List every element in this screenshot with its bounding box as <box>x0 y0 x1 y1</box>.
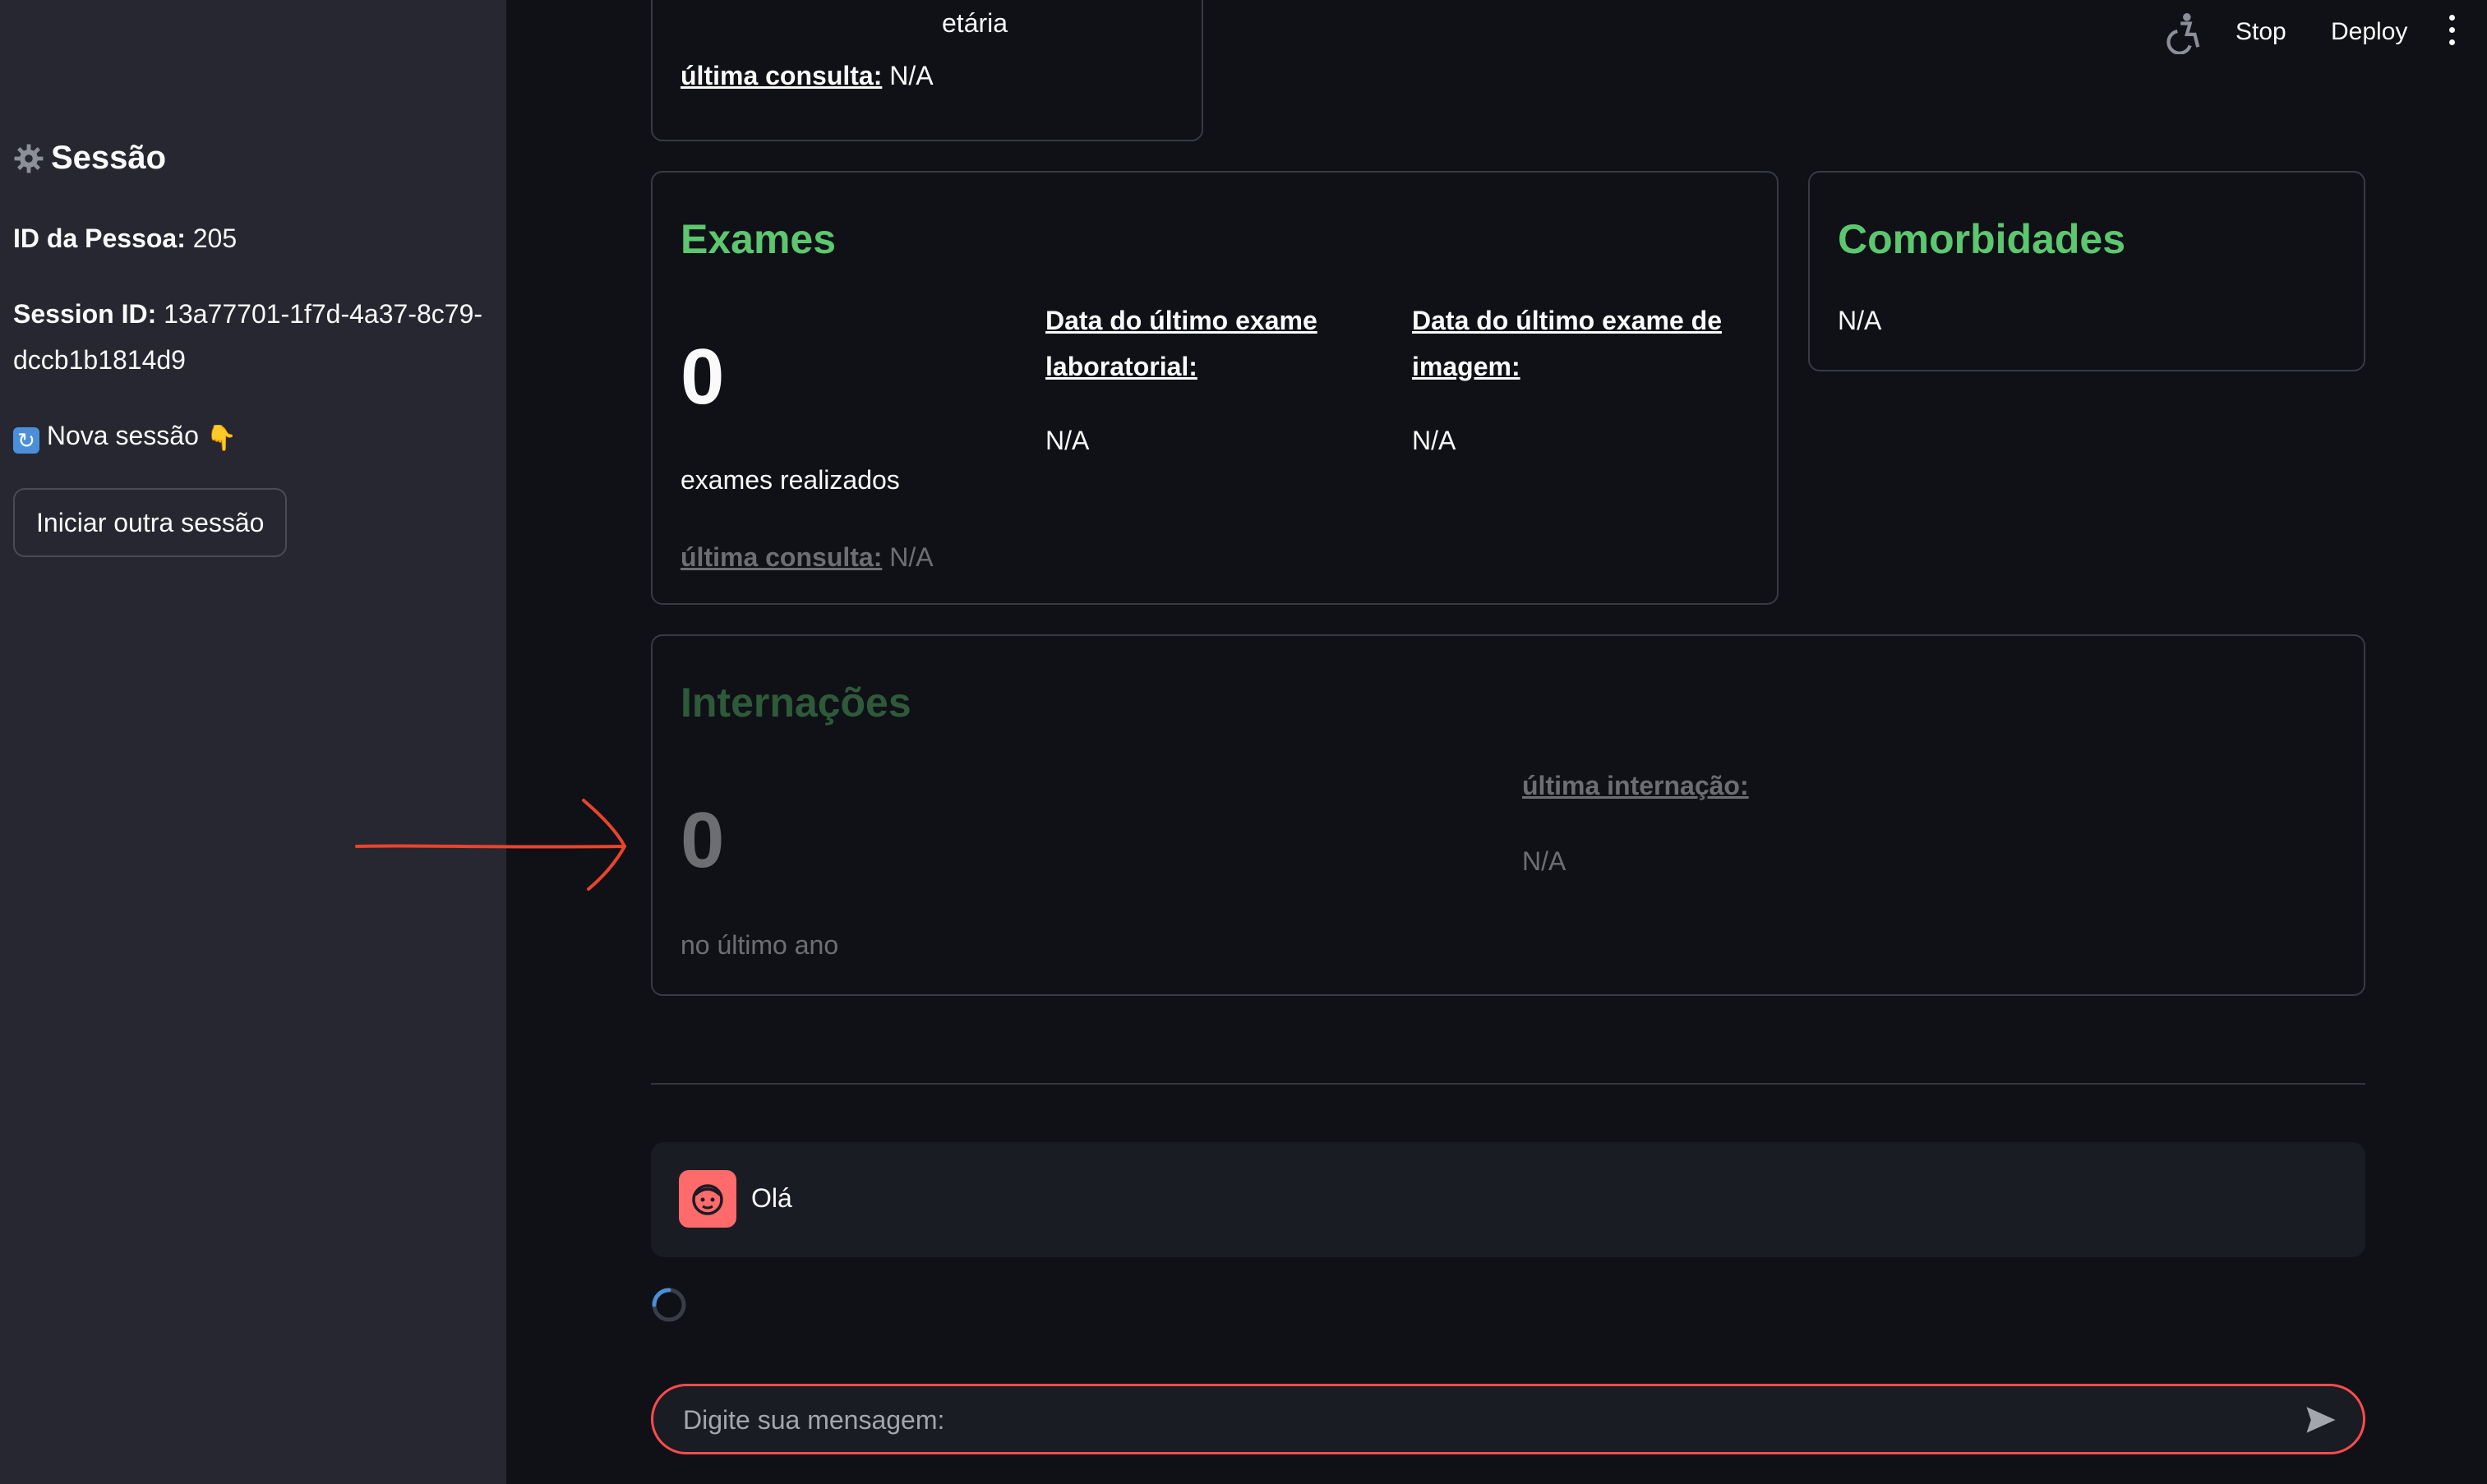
image-exam-value: N/A <box>1412 426 1456 455</box>
hospitalizations-card: Internações 0 no último ano última inter… <box>651 634 2365 996</box>
person-id-row: ID da Pessoa: 205 <box>13 215 490 261</box>
exams-count-caption: exames realizados <box>681 465 900 495</box>
last-hospitalization-value: N/A <box>1522 846 1566 876</box>
exams-title: Exames <box>681 216 837 262</box>
sidebar: Sessão ID da Pessoa: 205 Session ID: 13a… <box>0 0 506 1484</box>
refresh-icon: ↻ <box>13 427 39 454</box>
start-new-session-button[interactable]: Iniciar outra sessão <box>13 488 288 557</box>
session-id-value-line1: 13a77701-1f7d-4a37-8c79- <box>164 299 483 329</box>
lab-exam-label-line2: laboratorial: <box>1045 352 1197 381</box>
top-card-partial-text: etária <box>942 8 1008 38</box>
annotation-arrow <box>355 799 627 891</box>
comorbidities-value: N/A <box>1838 306 1882 335</box>
person-id-value: 205 <box>192 224 238 253</box>
exams-card: Exames 0 exames realizados Data do últim… <box>651 171 1779 605</box>
send-icon[interactable] <box>2304 1403 2338 1437</box>
person-id-label: ID da Pessoa: <box>13 224 186 253</box>
top-card: etária última consulta: N/A <box>651 0 1203 141</box>
hospitalizations-count: 0 <box>681 796 725 884</box>
main-menu-icon[interactable] <box>2446 15 2457 51</box>
loading-spinner-icon <box>652 1288 686 1322</box>
user-avatar <box>679 1170 736 1228</box>
chat-input[interactable] <box>681 1386 2246 1454</box>
new-session-row: ↻ Nova sessão 👇 <box>13 412 490 462</box>
chat-message: Olá <box>651 1142 2365 1257</box>
exams-last-consult-value: N/A <box>889 542 934 572</box>
sidebar-title-text: Sessão <box>51 140 167 176</box>
lab-exam-value: N/A <box>1045 426 1090 455</box>
session-id-row: Session ID: 13a77701-1f7d-4a37-8c79- dcc… <box>13 291 490 383</box>
hospitalizations-count-caption: no último ano <box>681 930 839 960</box>
last-hospitalization-label-text: última internação: <box>1522 771 1749 800</box>
comorbidities-title: Comorbidades <box>1838 216 2126 262</box>
stop-button[interactable]: Stop <box>2236 12 2286 53</box>
hospitalizations-title: Internações <box>681 680 911 726</box>
gear-icon <box>14 144 44 173</box>
chat-input-container <box>651 1384 2365 1454</box>
sidebar-title: Sessão <box>13 140 166 177</box>
lab-exam-label: Data do último exame laboratorial: <box>1045 297 1317 389</box>
chat-message-text: Olá <box>751 1183 792 1213</box>
last-hospitalization-label: última internação: <box>1522 763 1749 809</box>
deploy-button[interactable]: Deploy <box>2331 12 2407 53</box>
top-card-last-consult-label: última consulta: <box>681 61 883 90</box>
exams-last-consult-label: última consulta: <box>681 542 883 572</box>
top-card-last-consult: última consulta: N/A <box>681 53 934 99</box>
session-id-value-line2: dccb1b1814d9 <box>13 345 186 375</box>
comorbidities-card: Comorbidades N/A <box>1808 171 2365 371</box>
session-id-label: Session ID: <box>13 299 157 329</box>
face-icon <box>692 1184 723 1215</box>
new-session-label: Nova sessão <box>46 421 199 450</box>
lab-exam-label-line1: Data do último exame <box>1045 306 1317 335</box>
divider <box>651 1083 2365 1085</box>
top-card-last-consult-value: N/A <box>889 61 934 90</box>
accessibility-icon[interactable] <box>2165 12 2203 54</box>
exams-last-consult: última consulta: N/A <box>681 534 934 580</box>
image-exam-label-line1: Data do último exame de <box>1412 306 1722 335</box>
exams-count: 0 <box>681 333 725 421</box>
image-exam-label: Data do último exame de imagem: <box>1412 297 1722 389</box>
image-exam-label-line2: imagem: <box>1412 352 1520 381</box>
pointing-down-icon: 👇 <box>205 425 238 452</box>
